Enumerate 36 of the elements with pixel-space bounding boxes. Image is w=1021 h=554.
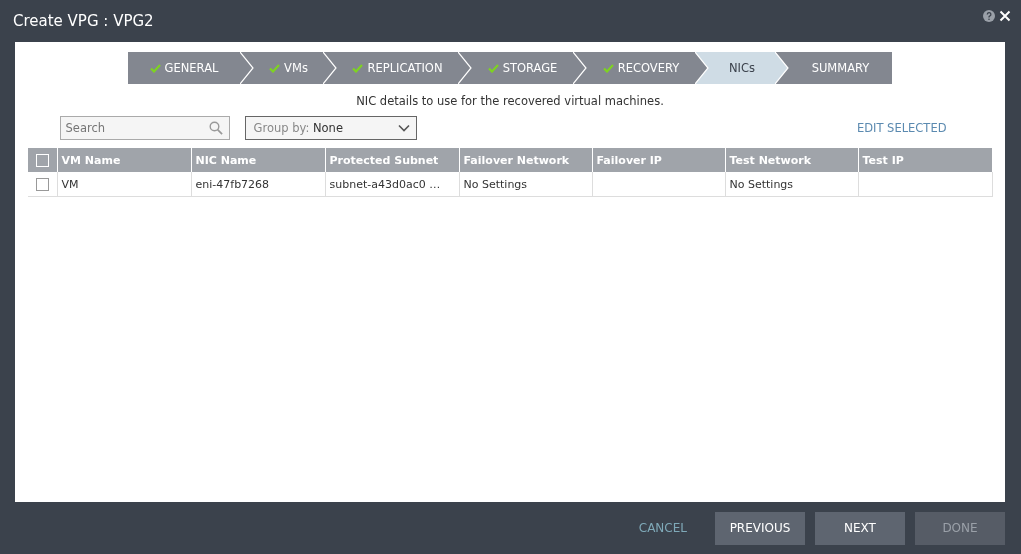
wizard-step[interactable]: REPLICATION — [337, 52, 458, 84]
checkmark-icon — [149, 63, 161, 73]
checkmark-icon — [602, 63, 614, 73]
select-all-checkbox[interactable] — [35, 153, 49, 167]
wizard-step[interactable]: GENERAL — [128, 52, 240, 84]
close-icon[interactable] — [999, 10, 1011, 22]
column-header[interactable]: Test Network — [725, 148, 858, 172]
column-header[interactable]: Protected Subnet — [325, 148, 459, 172]
wizard-step[interactable]: SUMMARY — [789, 52, 892, 84]
table-cell: eni-47fb7268 — [195, 177, 270, 191]
row-checkbox[interactable] — [35, 177, 49, 191]
cancel-link[interactable]: CANCEL — [638, 521, 687, 535]
help-icon[interactable] — [983, 10, 995, 22]
wizard-step[interactable]: VMs — [254, 52, 323, 84]
search-field[interactable]: Search — [59, 116, 230, 140]
table-cell: subnet-a43d0ac0 … — [329, 177, 441, 191]
checkmark-icon — [269, 63, 281, 73]
edit-selected-link[interactable]: EDIT SELECTED — [856, 121, 947, 135]
column-header[interactable]: VM Name — [57, 148, 191, 172]
window-title: Create VPG : VPG2 — [13, 12, 155, 30]
wizard-step[interactable]: STORAGE — [472, 52, 573, 84]
table-cell: No Settings — [463, 177, 528, 191]
column-header[interactable]: Failover IP — [592, 148, 725, 172]
table-cell: No Settings — [729, 177, 794, 191]
table-cell: VM — [61, 177, 79, 191]
column-header[interactable]: Failover Network — [459, 148, 592, 172]
column-header[interactable]: NIC Name — [191, 148, 325, 172]
checkmark-icon — [352, 63, 364, 73]
wizard-button[interactable]: PREVIOUS — [715, 511, 805, 545]
search-icon — [208, 121, 223, 135]
description-text: NIC details to use for the recovered virtual machines. — [356, 94, 664, 108]
chevron-down-icon — [397, 124, 410, 132]
column-header[interactable]: Test IP — [858, 148, 992, 172]
wizard-button[interactable]: NEXT — [815, 511, 905, 545]
group-by-dropdown[interactable]: Group by: None — [244, 116, 417, 140]
checkmark-icon — [487, 63, 499, 73]
